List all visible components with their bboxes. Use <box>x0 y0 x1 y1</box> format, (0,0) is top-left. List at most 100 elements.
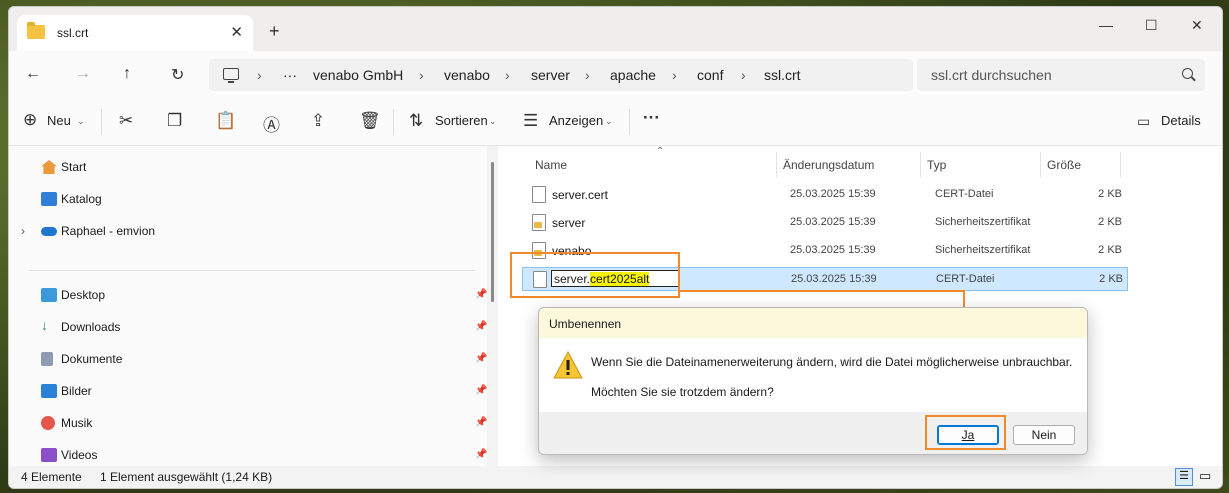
file-row[interactable]: server.cert 25.03.2025 15:39 CERT-Datei … <box>522 183 1126 207</box>
close-tab-icon[interactable]: ✕ <box>230 23 243 41</box>
paste-icon[interactable]: 📋 <box>215 111 236 131</box>
tab-ssl-crt[interactable]: ssl.crt ✕ <box>17 15 253 51</box>
sidebar-item-label: Raphael - emvion <box>61 224 156 238</box>
toolbar-separator <box>393 109 394 135</box>
sidebar-item-label: Bilder <box>61 384 92 398</box>
toolbar-separator <box>101 109 102 135</box>
cut-icon[interactable]: ✂ <box>119 111 133 131</box>
sidebar-item-desktop[interactable]: Desktop 📌 <box>39 284 489 308</box>
sidebar-item-onedrive[interactable]: Raphael - emvion <box>39 220 489 244</box>
file-size: 2 KB <box>1099 273 1123 285</box>
view-icon: ☰ <box>523 111 539 130</box>
breadcrumb-venabo[interactable]: venabo <box>444 67 490 83</box>
chevron-right-icon: › <box>585 67 590 83</box>
dialog-message: Wenn Sie die Dateinamenerweiterung änder… <box>591 355 1073 369</box>
chevron-down-icon: ⌄ <box>605 116 613 126</box>
chevron-down-icon: ⌄ <box>489 116 497 126</box>
file-name: server.cert <box>552 188 609 202</box>
sidebar-item-label: Musik <box>61 416 93 430</box>
sidebar-item-videos[interactable]: Videos 📌 <box>39 444 489 468</box>
breadcrumb-more[interactable]: ··· <box>283 67 297 83</box>
search-icon <box>1182 68 1193 79</box>
pin-icon: 📌 <box>475 353 488 364</box>
chevron-right-icon: › <box>419 67 424 83</box>
column-separator <box>1120 152 1121 178</box>
file-type: CERT-Datei <box>935 188 994 200</box>
file-size: 2 KB <box>1098 188 1122 200</box>
desktop-icon <box>41 288 57 302</box>
file-icon <box>532 186 546 203</box>
status-bar: 4 Elemente 1 Element ausgewählt (1,24 KB… <box>9 467 1222 488</box>
sidebar-item-bilder[interactable]: Bilder 📌 <box>39 380 489 404</box>
delete-icon[interactable]: 🗑 <box>359 111 381 131</box>
column-header-type[interactable]: Typ <box>927 158 946 172</box>
column-header-size[interactable]: Größe <box>1047 158 1081 172</box>
refresh-button[interactable]: ↻ <box>171 65 184 85</box>
warning-icon <box>553 351 583 379</box>
breadcrumb-server[interactable]: server <box>531 67 570 83</box>
chevron-right-icon: › <box>672 67 677 83</box>
sidebar-item-dokumente[interactable]: Dokumente 📌 <box>39 348 489 372</box>
maximize-button[interactable]: ☐ <box>1145 17 1158 34</box>
sidebar-item-label: Katalog <box>61 192 102 206</box>
item-count: 4 Elemente <box>21 470 82 484</box>
sidebar-item-downloads[interactable]: ↓ Downloads 📌 <box>39 316 489 340</box>
column-separator <box>1040 152 1041 178</box>
new-tab-button[interactable]: + <box>269 21 280 42</box>
breadcrumb-venabo-gmbh[interactable]: venabo GmbH <box>313 67 403 83</box>
file-date: 25.03.2025 15:39 <box>790 216 876 228</box>
tiles-view-icon[interactable]: ▭ <box>1199 468 1211 484</box>
sort-button[interactable]: Sortieren <box>435 113 488 128</box>
documents-icon <box>41 352 53 366</box>
sidebar-item-start[interactable]: Start <box>39 156 489 180</box>
pin-icon: 📌 <box>475 417 488 428</box>
chevron-right-icon: › <box>505 67 510 83</box>
forward-button[interactable]: → <box>75 65 91 83</box>
chevron-right-icon: › <box>257 67 262 83</box>
column-header-date[interactable]: Änderungsdatum <box>783 158 874 172</box>
search-box[interactable]: ssl.crt durchsuchen <box>917 59 1205 91</box>
sidebar-item-label: Downloads <box>61 320 121 334</box>
pin-icon: 📌 <box>475 449 488 460</box>
file-size: 2 KB <box>1098 216 1122 228</box>
download-icon: ↓ <box>41 317 48 333</box>
close-window-button[interactable]: ✕ <box>1191 17 1203 34</box>
pin-icon: 📌 <box>475 289 488 300</box>
chevron-right-icon[interactable]: › <box>21 224 25 238</box>
breadcrumb-apache[interactable]: apache <box>610 67 656 83</box>
chevron-right-icon: › <box>741 67 746 83</box>
sort-ascending-icon: ⌃ <box>656 146 665 157</box>
sidebar-scrollbar[interactable] <box>491 162 494 302</box>
up-button[interactable]: ↑ <box>123 65 131 83</box>
new-button[interactable]: Neu <box>47 113 71 128</box>
no-button[interactable]: Nein <box>1013 425 1075 445</box>
pin-icon: 📌 <box>475 321 488 332</box>
file-name: server <box>552 216 586 230</box>
annotation-arrow-line <box>680 290 964 292</box>
share-icon[interactable]: ⇪ <box>311 111 325 131</box>
view-button[interactable]: Anzeigen <box>549 113 603 128</box>
file-type: Sicherheitszertifikat <box>935 244 1031 256</box>
breadcrumb-conf[interactable]: conf <box>697 67 723 83</box>
sidebar-item-musik[interactable]: Musik 📌 <box>39 412 489 436</box>
sidebar-item-katalog[interactable]: Katalog <box>39 188 489 212</box>
pin-icon: 📌 <box>475 385 488 396</box>
file-date: 25.03.2025 15:39 <box>790 244 876 256</box>
column-header-name[interactable]: Name <box>535 158 567 172</box>
toolbar-separator <box>629 109 630 135</box>
back-button[interactable]: ← <box>25 65 41 83</box>
minimize-button[interactable]: — <box>1099 17 1113 33</box>
details-view-icon[interactable]: ☰ <box>1175 468 1193 486</box>
file-date: 25.03.2025 15:39 <box>791 273 877 285</box>
rename-icon[interactable]: Ⓐ <box>263 111 280 136</box>
sidebar-divider <box>29 270 475 271</box>
breadcrumb-ssl-crt[interactable]: ssl.crt <box>764 67 801 83</box>
command-bar: ⊕ Neu ⌄ ✂ ❐ 📋 Ⓐ ⇪ 🗑 ⇅ Sortieren ⌄ ☰ Anze… <box>9 99 1222 146</box>
cloud-icon <box>41 227 57 236</box>
details-button[interactable]: Details <box>1161 113 1201 128</box>
sidebar-item-label: Start <box>61 160 87 174</box>
copy-icon[interactable]: ❐ <box>167 111 182 131</box>
more-options-button[interactable]: ··· <box>643 108 660 128</box>
file-row[interactable]: server 25.03.2025 15:39 Sicherheitszerti… <box>522 211 1126 235</box>
address-bar[interactable]: › ··· venabo GmbH › venabo › server › ap… <box>209 59 913 91</box>
